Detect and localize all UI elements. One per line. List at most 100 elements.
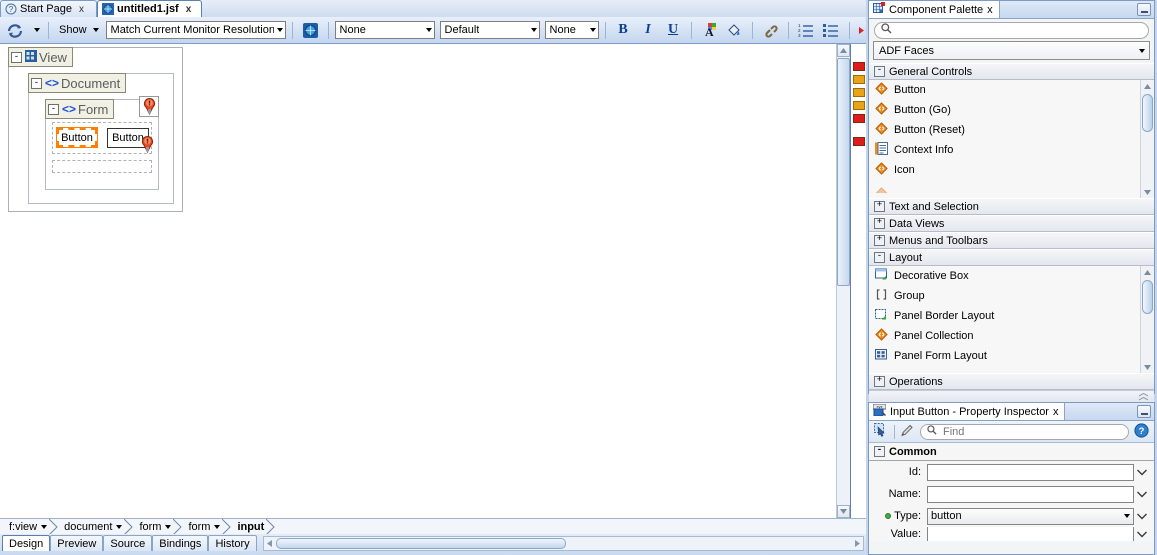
tab-component-palette[interactable]: Component Palette x [869, 1, 1000, 18]
property-menu-chevron-icon[interactable] [1134, 464, 1150, 480]
property-combo-type[interactable]: button [927, 507, 1134, 525]
button-1[interactable]: Button [56, 127, 98, 148]
editor-horizontal-scrollbar[interactable] [262, 536, 864, 551]
ordered-list-button[interactable]: 1 2 3 [795, 19, 818, 42]
show-menu-button[interactable]: Show [55, 19, 100, 42]
palette-item-partial[interactable] [869, 180, 1141, 198]
close-icon[interactable]: x [1053, 406, 1059, 418]
palette-layout-scrollbar[interactable] [1140, 266, 1154, 373]
palette-section-menus-and-toolbars[interactable]: + Menus and Toolbars [869, 232, 1154, 249]
size-combo[interactable]: None [544, 21, 599, 39]
palette-item-panel-collection[interactable]: Panel Collection [869, 326, 1141, 346]
expand-icon[interactable]: + [874, 376, 885, 387]
collapse-icon[interactable]: - [874, 252, 885, 263]
select-source-button[interactable] [874, 422, 889, 441]
palette-section-text-and-selection[interactable]: + Text and Selection [869, 198, 1154, 215]
close-icon[interactable]: x [186, 4, 192, 15]
breadcrumb-item-input[interactable]: input [230, 518, 276, 536]
style-combo[interactable]: None [334, 21, 435, 39]
font-combo[interactable]: Default [439, 21, 540, 39]
editor-tab-untitled1[interactable]: untitled1.jsf x [97, 0, 202, 17]
warning-marker[interactable] [853, 101, 865, 110]
font-color-button[interactable]: A [698, 19, 721, 42]
bottom-tab-preview[interactable]: Preview [50, 535, 104, 551]
palette-item-button-go[interactable]: Button (Go) [869, 100, 1141, 120]
scroll-left-icon[interactable] [264, 537, 276, 550]
palette-item-group[interactable]: Group [869, 286, 1141, 306]
palette-search-box[interactable] [874, 21, 1149, 39]
editor-tab-start-page[interactable]: ? Start Page x [0, 0, 97, 17]
property-find-box[interactable] [920, 423, 1129, 440]
palette-item-button[interactable]: Button [869, 80, 1141, 100]
palette-section-data-views[interactable]: + Data Views [869, 215, 1154, 232]
close-icon[interactable]: x [79, 4, 84, 15]
property-inspector-minimize-button[interactable] [1137, 405, 1151, 418]
scroll-up-icon[interactable] [1141, 80, 1154, 92]
bottom-tab-design[interactable]: Design [2, 535, 51, 551]
palette-layout-scroll-thumb[interactable] [1142, 280, 1153, 314]
palette-item-partial[interactable] [869, 366, 1141, 373]
design-canvas[interactable]: - View - <> Document - <> Form Button Bu… [0, 44, 837, 518]
canvas-vertical-scrollbar[interactable] [836, 44, 850, 518]
edit-property-button[interactable] [900, 423, 915, 441]
document-node-header[interactable]: - <> Document [28, 73, 127, 93]
warning-marker[interactable] [853, 88, 865, 97]
palette-item-icon[interactable]: Icon [869, 160, 1141, 180]
insert-link-button[interactable] [759, 19, 782, 42]
close-icon[interactable]: x [987, 4, 993, 16]
collapse-icon[interactable]: - [874, 66, 885, 77]
form-node-header[interactable]: - <> Form [45, 99, 115, 119]
scroll-up-icon[interactable] [837, 44, 850, 57]
palette-item-panel-form-layout[interactable]: Panel Form Layout [869, 346, 1141, 366]
palette-item-panel-border-layout[interactable]: Panel Border Layout [869, 306, 1141, 326]
collapse-icon[interactable]: - [31, 77, 42, 89]
breadcrumb-item-form-2[interactable]: form [181, 518, 232, 536]
palette-section-general-controls[interactable]: - General Controls [869, 63, 1154, 80]
canvas-scroll-thumb[interactable] [837, 58, 850, 286]
breadcrumb-item-fview[interactable]: f:view [2, 518, 58, 536]
refresh-dropdown-button[interactable] [28, 19, 42, 42]
expand-icon[interactable]: + [874, 218, 885, 229]
italic-button[interactable]: I [637, 19, 660, 42]
underline-button[interactable]: U [662, 19, 685, 42]
collapse-icon[interactable]: - [48, 103, 59, 115]
bold-button[interactable]: B [612, 19, 635, 42]
resolution-combo[interactable]: Match Current Monitor Resolution [105, 21, 286, 39]
palette-item-button-reset[interactable]: Button (Reset) [869, 120, 1141, 140]
palette-general-scrollbar[interactable] [1140, 80, 1154, 198]
scroll-down-icon[interactable] [837, 505, 850, 518]
error-marker[interactable] [853, 62, 865, 71]
view-node-header[interactable]: - View [8, 47, 73, 67]
bottom-tab-source[interactable]: Source [103, 535, 153, 551]
error-marker[interactable] [853, 137, 865, 146]
property-menu-chevron-icon[interactable] [1134, 527, 1150, 541]
collapse-icon[interactable]: - [11, 51, 22, 63]
form-row-2[interactable] [52, 160, 152, 173]
palette-item-context-info[interactable]: Context Info [869, 140, 1141, 160]
property-input-value[interactable] [927, 527, 1134, 541]
property-input-id[interactable] [927, 463, 1134, 481]
expand-icon[interactable]: + [874, 235, 885, 246]
scroll-down-icon[interactable] [1141, 186, 1154, 198]
property-section-common[interactable]: - Common [869, 443, 1154, 461]
property-menu-chevron-icon[interactable] [1134, 508, 1150, 524]
palette-library-combo[interactable]: ADF Faces [873, 41, 1150, 60]
view-node[interactable]: - View - <> Document - <> Form Button Bu… [8, 47, 183, 212]
breadcrumb-item-form-1[interactable]: form [132, 518, 183, 536]
warning-badge-box-1[interactable] [139, 96, 159, 117]
browser-preview-button[interactable] [299, 19, 322, 42]
property-input-name[interactable] [927, 485, 1134, 503]
scroll-up-icon[interactable] [1141, 266, 1154, 278]
property-find-input[interactable] [941, 424, 1122, 439]
unordered-list-button[interactable] [820, 19, 843, 42]
tab-property-inspector[interactable]: xyz Input Button - Property Inspector x [869, 403, 1066, 420]
error-marker[interactable] [853, 114, 865, 123]
editor-hscroll-thumb[interactable] [275, 538, 566, 549]
refresh-preview-button[interactable] [3, 19, 26, 42]
palette-section-layout[interactable]: - Layout [869, 249, 1154, 266]
help-button[interactable]: ? [1134, 422, 1149, 441]
warning-marker[interactable] [853, 75, 865, 84]
property-menu-chevron-icon[interactable] [1134, 486, 1150, 502]
palette-general-scroll-thumb[interactable] [1142, 94, 1153, 132]
palette-section-operations[interactable]: + Operations [869, 373, 1154, 390]
